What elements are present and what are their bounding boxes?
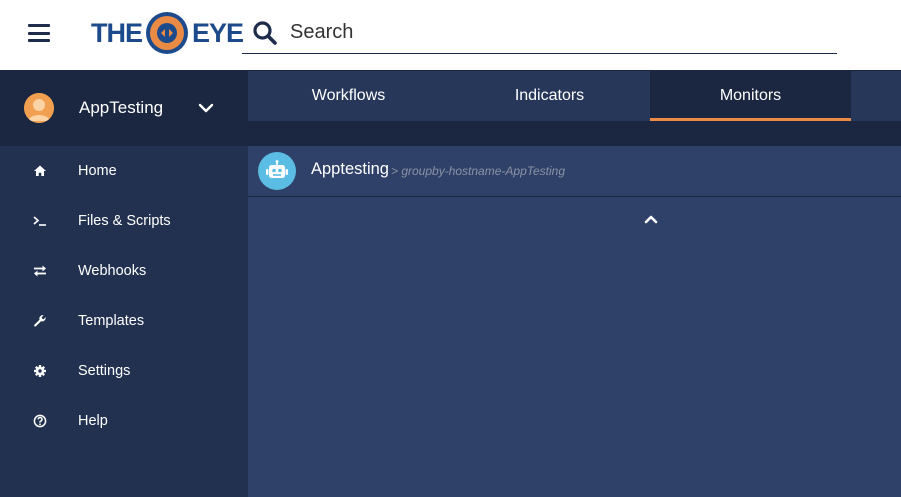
monitors-panel: Apptesting > groupby-hostname-AppTesting [248, 146, 901, 497]
sidebar-item-templates[interactable]: Templates [0, 296, 248, 346]
search-icon[interactable] [252, 20, 278, 46]
list-item[interactable]: Apptesting > groupby-hostname-AppTesting [248, 146, 901, 197]
sidebar-item-webhooks[interactable]: Webhooks [0, 246, 248, 296]
terminal-icon [33, 216, 46, 226]
sidebar-item-files-scripts[interactable]: Files & Scripts [0, 196, 248, 246]
eye-logo-icon [146, 12, 188, 54]
chevron-down-icon[interactable] [198, 102, 214, 114]
tab-workflows[interactable]: Workflows [248, 71, 449, 121]
logo[interactable]: THE EYE [91, 10, 244, 56]
wrench-icon [34, 315, 46, 327]
user-name: AppTesting [79, 98, 164, 117]
user-menu[interactable]: AppTesting [0, 71, 248, 146]
sidebar-item-home[interactable]: Home [0, 146, 248, 196]
robot-icon [258, 152, 296, 190]
avatar [24, 93, 54, 123]
monitor-subtitle: > groupby-hostname-AppTesting [391, 164, 565, 178]
sidebar-nav: Home Files & Scripts Webhooks Templates [0, 146, 248, 446]
sidebar-item-help[interactable]: Help [0, 396, 248, 446]
exchange-icon [34, 265, 46, 277]
search-bar [242, 12, 837, 54]
tab-underbar [248, 121, 901, 146]
sidebar-item-settings[interactable]: Settings [0, 346, 248, 396]
sidebar-item-label: Settings [78, 363, 131, 379]
chevron-up-icon[interactable] [644, 214, 658, 224]
tab-indicators[interactable]: Indicators [449, 71, 650, 121]
sidebar-item-label: Home [78, 163, 117, 179]
sidebar: AppTesting Home Files & Scripts Webhooks… [0, 71, 248, 497]
logo-text-left: THE [91, 17, 143, 48]
top-bar: THE EYE [0, 0, 901, 71]
gear-icon [34, 365, 46, 377]
tab-bar: Workflows Indicators Monitors [248, 71, 901, 121]
menu-icon[interactable] [28, 24, 50, 42]
sidebar-item-label: Webhooks [78, 263, 147, 279]
sidebar-item-label: Files & Scripts [78, 213, 171, 229]
question-circle-icon [33, 414, 47, 428]
sidebar-item-label: Help [78, 413, 108, 429]
sidebar-item-label: Templates [78, 313, 145, 329]
logo-text-right: EYE [192, 17, 244, 48]
tab-monitors[interactable]: Monitors [650, 71, 851, 121]
search-input[interactable] [290, 21, 810, 44]
home-icon [34, 165, 46, 176]
monitor-name: Apptesting [311, 160, 389, 178]
